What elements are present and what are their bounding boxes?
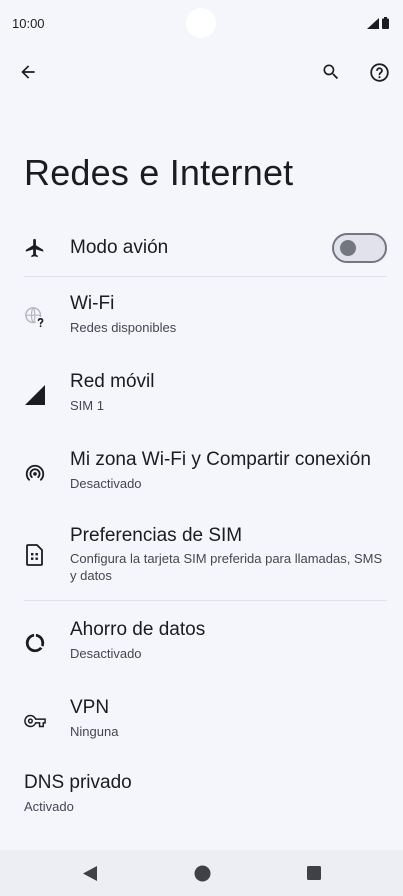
toggle-knob (340, 240, 356, 256)
vpn-subtitle: Ninguna (70, 724, 119, 739)
divider (24, 600, 387, 601)
setting-sim-preferences[interactable]: Preferencias de SIM Configura la tarjeta… (0, 516, 403, 594)
camera-cutout (186, 8, 216, 38)
hotspot-title: Mi zona Wi-Fi y Compartir conexión (70, 449, 371, 470)
vpn-icon-wrap (22, 708, 48, 734)
wifi-title: Wi-Fi (70, 293, 115, 314)
help-button[interactable] (359, 52, 399, 92)
search-icon (323, 64, 339, 80)
setting-mobile-network[interactable]: Red móvil SIM 1 (0, 360, 403, 430)
status-bar: 10:00 (0, 0, 403, 46)
private-dns-subtitle: Activado (24, 799, 74, 814)
setting-wifi[interactable]: Wi-Fi Redes disponibles (0, 282, 403, 352)
wifi-subtitle: Redes disponibles (70, 320, 177, 335)
nav-home-button[interactable] (190, 862, 214, 884)
back-button[interactable] (8, 52, 48, 92)
setting-data-saver[interactable]: Ahorro de datos Desactivado (0, 608, 403, 678)
status-icons (367, 17, 389, 29)
home-circle-icon (194, 865, 210, 881)
airplane-icon (25, 238, 44, 258)
data-saver-subtitle: Desactivado (70, 646, 142, 661)
setting-vpn[interactable]: VPN Ninguna (0, 686, 403, 756)
nav-recents-button[interactable] (302, 862, 326, 884)
setting-airplane-mode[interactable]: Modo avión (0, 220, 403, 276)
recents-square-icon (307, 866, 321, 880)
back-triangle-icon (83, 865, 97, 881)
sim-card-icon (26, 544, 43, 566)
vpn-key-icon (24, 714, 46, 728)
app-bar (0, 52, 403, 92)
hotspot-icon (25, 464, 45, 481)
private-dns-title: DNS privado (24, 772, 132, 793)
setting-private-dns[interactable]: DNS privado Activado (0, 764, 403, 834)
nav-back-button[interactable] (78, 862, 102, 884)
battery-icon (382, 17, 389, 29)
vpn-title: VPN (70, 697, 110, 718)
data-saver-icon (25, 633, 45, 653)
hotspot-icon-wrap (22, 460, 48, 486)
airplane-mode-title: Modo avión (70, 237, 169, 258)
screen: 10:00 Redes e Internet Modo avión Wi-Fi … (0, 0, 403, 896)
signal-icon (367, 17, 379, 29)
divider (24, 276, 387, 277)
wifi-question-icon (25, 307, 46, 328)
help-icon (369, 62, 389, 82)
mobile-network-title: Red móvil (70, 371, 155, 392)
status-time: 10:00 (12, 16, 45, 31)
hotspot-subtitle: Desactivado (70, 476, 142, 491)
sim-preferences-title: Preferencias de SIM (70, 525, 243, 546)
wifi-icon-wrap (22, 304, 48, 330)
back-arrow-icon (21, 65, 35, 79)
mobile-network-subtitle: SIM 1 (70, 398, 104, 413)
airplane-icon-wrap (22, 235, 48, 261)
sim-preferences-subtitle: Configura la tarjeta SIM preferida para … (70, 551, 383, 583)
airplane-mode-toggle[interactable] (332, 233, 387, 263)
data-saver-title: Ahorro de datos (70, 619, 206, 640)
navigation-bar (0, 850, 403, 896)
page-title: Redes e Internet (24, 152, 294, 193)
mobile-icon-wrap (22, 382, 48, 408)
search-button[interactable] (311, 52, 351, 92)
cell-signal-icon (25, 385, 45, 405)
data-saver-icon-wrap (22, 630, 48, 656)
sim-icon-wrap (22, 542, 48, 568)
setting-hotspot[interactable]: Mi zona Wi-Fi y Compartir conexión Desac… (0, 438, 403, 508)
